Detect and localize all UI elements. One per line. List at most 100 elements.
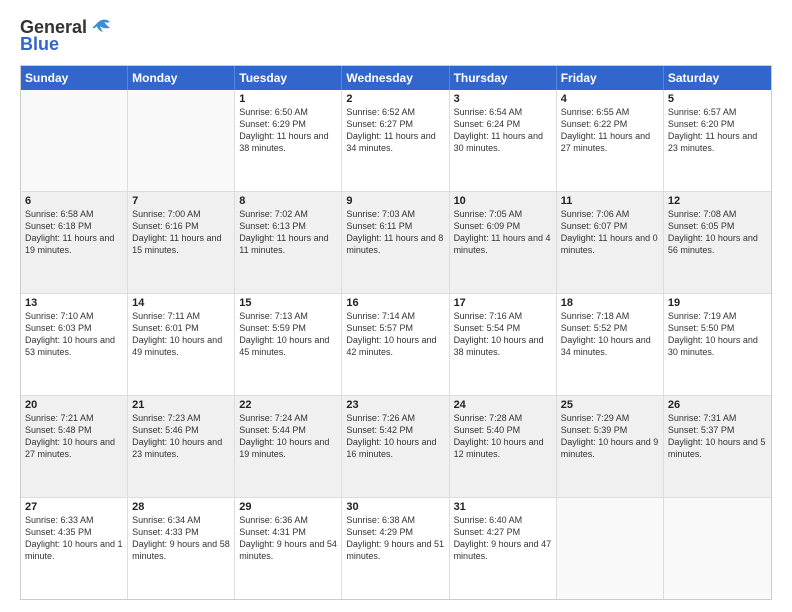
empty-cell (557, 498, 664, 599)
day-cell-18: 18Sunrise: 7:18 AM Sunset: 5:52 PM Dayli… (557, 294, 664, 395)
day-number: 31 (454, 501, 552, 513)
day-number: 23 (346, 399, 444, 411)
day-number: 5 (668, 93, 767, 105)
header-day-saturday: Saturday (664, 66, 771, 90)
day-info: Sunrise: 6:52 AM Sunset: 6:27 PM Dayligh… (346, 106, 444, 155)
logo-bird-icon (91, 16, 113, 38)
day-number: 6 (25, 195, 123, 207)
day-info: Sunrise: 7:16 AM Sunset: 5:54 PM Dayligh… (454, 310, 552, 359)
day-number: 8 (239, 195, 337, 207)
day-info: Sunrise: 6:57 AM Sunset: 6:20 PM Dayligh… (668, 106, 767, 155)
day-info: Sunrise: 7:13 AM Sunset: 5:59 PM Dayligh… (239, 310, 337, 359)
day-info: Sunrise: 7:31 AM Sunset: 5:37 PM Dayligh… (668, 412, 767, 461)
day-number: 25 (561, 399, 659, 411)
day-info: Sunrise: 7:26 AM Sunset: 5:42 PM Dayligh… (346, 412, 444, 461)
day-info: Sunrise: 6:55 AM Sunset: 6:22 PM Dayligh… (561, 106, 659, 155)
calendar-body: 1Sunrise: 6:50 AM Sunset: 6:29 PM Daylig… (21, 90, 771, 599)
day-cell-1: 1Sunrise: 6:50 AM Sunset: 6:29 PM Daylig… (235, 90, 342, 191)
day-number: 10 (454, 195, 552, 207)
header-day-monday: Monday (128, 66, 235, 90)
day-info: Sunrise: 7:05 AM Sunset: 6:09 PM Dayligh… (454, 208, 552, 257)
day-number: 4 (561, 93, 659, 105)
logo: General Blue (20, 16, 113, 55)
day-info: Sunrise: 6:34 AM Sunset: 4:33 PM Dayligh… (132, 514, 230, 563)
logo-blue-text: Blue (20, 34, 59, 55)
day-info: Sunrise: 6:40 AM Sunset: 4:27 PM Dayligh… (454, 514, 552, 563)
day-number: 20 (25, 399, 123, 411)
header-day-thursday: Thursday (450, 66, 557, 90)
calendar-row-3: 20Sunrise: 7:21 AM Sunset: 5:48 PM Dayli… (21, 395, 771, 497)
day-number: 2 (346, 93, 444, 105)
day-cell-23: 23Sunrise: 7:26 AM Sunset: 5:42 PM Dayli… (342, 396, 449, 497)
day-info: Sunrise: 6:36 AM Sunset: 4:31 PM Dayligh… (239, 514, 337, 563)
day-cell-3: 3Sunrise: 6:54 AM Sunset: 6:24 PM Daylig… (450, 90, 557, 191)
day-cell-8: 8Sunrise: 7:02 AM Sunset: 6:13 PM Daylig… (235, 192, 342, 293)
day-cell-17: 17Sunrise: 7:16 AM Sunset: 5:54 PM Dayli… (450, 294, 557, 395)
day-cell-5: 5Sunrise: 6:57 AM Sunset: 6:20 PM Daylig… (664, 90, 771, 191)
day-cell-16: 16Sunrise: 7:14 AM Sunset: 5:57 PM Dayli… (342, 294, 449, 395)
calendar-header: SundayMondayTuesdayWednesdayThursdayFrid… (21, 66, 771, 90)
day-info: Sunrise: 7:00 AM Sunset: 6:16 PM Dayligh… (132, 208, 230, 257)
header-day-sunday: Sunday (21, 66, 128, 90)
calendar-row-2: 13Sunrise: 7:10 AM Sunset: 6:03 PM Dayli… (21, 293, 771, 395)
day-cell-4: 4Sunrise: 6:55 AM Sunset: 6:22 PM Daylig… (557, 90, 664, 191)
day-info: Sunrise: 7:28 AM Sunset: 5:40 PM Dayligh… (454, 412, 552, 461)
day-number: 27 (25, 501, 123, 513)
day-number: 15 (239, 297, 337, 309)
day-info: Sunrise: 7:23 AM Sunset: 5:46 PM Dayligh… (132, 412, 230, 461)
day-number: 21 (132, 399, 230, 411)
day-number: 7 (132, 195, 230, 207)
day-info: Sunrise: 6:58 AM Sunset: 6:18 PM Dayligh… (25, 208, 123, 257)
day-number: 19 (668, 297, 767, 309)
day-cell-24: 24Sunrise: 7:28 AM Sunset: 5:40 PM Dayli… (450, 396, 557, 497)
day-number: 29 (239, 501, 337, 513)
empty-cell (21, 90, 128, 191)
day-cell-26: 26Sunrise: 7:31 AM Sunset: 5:37 PM Dayli… (664, 396, 771, 497)
day-info: Sunrise: 7:29 AM Sunset: 5:39 PM Dayligh… (561, 412, 659, 461)
day-cell-12: 12Sunrise: 7:08 AM Sunset: 6:05 PM Dayli… (664, 192, 771, 293)
day-info: Sunrise: 7:14 AM Sunset: 5:57 PM Dayligh… (346, 310, 444, 359)
day-number: 3 (454, 93, 552, 105)
day-info: Sunrise: 6:50 AM Sunset: 6:29 PM Dayligh… (239, 106, 337, 155)
day-cell-11: 11Sunrise: 7:06 AM Sunset: 6:07 PM Dayli… (557, 192, 664, 293)
day-number: 18 (561, 297, 659, 309)
day-cell-6: 6Sunrise: 6:58 AM Sunset: 6:18 PM Daylig… (21, 192, 128, 293)
header-day-tuesday: Tuesday (235, 66, 342, 90)
calendar-row-4: 27Sunrise: 6:33 AM Sunset: 4:35 PM Dayli… (21, 497, 771, 599)
day-number: 30 (346, 501, 444, 513)
calendar: SundayMondayTuesdayWednesdayThursdayFrid… (20, 65, 772, 600)
day-cell-21: 21Sunrise: 7:23 AM Sunset: 5:46 PM Dayli… (128, 396, 235, 497)
empty-cell (128, 90, 235, 191)
day-cell-27: 27Sunrise: 6:33 AM Sunset: 4:35 PM Dayli… (21, 498, 128, 599)
day-number: 24 (454, 399, 552, 411)
day-number: 13 (25, 297, 123, 309)
day-cell-25: 25Sunrise: 7:29 AM Sunset: 5:39 PM Dayli… (557, 396, 664, 497)
page: General Blue SundayMondayTuesdayWednesda… (0, 0, 792, 612)
day-info: Sunrise: 7:18 AM Sunset: 5:52 PM Dayligh… (561, 310, 659, 359)
day-info: Sunrise: 7:21 AM Sunset: 5:48 PM Dayligh… (25, 412, 123, 461)
day-cell-15: 15Sunrise: 7:13 AM Sunset: 5:59 PM Dayli… (235, 294, 342, 395)
day-info: Sunrise: 7:10 AM Sunset: 6:03 PM Dayligh… (25, 310, 123, 359)
calendar-row-1: 6Sunrise: 6:58 AM Sunset: 6:18 PM Daylig… (21, 191, 771, 293)
day-cell-13: 13Sunrise: 7:10 AM Sunset: 6:03 PM Dayli… (21, 294, 128, 395)
day-cell-7: 7Sunrise: 7:00 AM Sunset: 6:16 PM Daylig… (128, 192, 235, 293)
day-cell-22: 22Sunrise: 7:24 AM Sunset: 5:44 PM Dayli… (235, 396, 342, 497)
day-cell-20: 20Sunrise: 7:21 AM Sunset: 5:48 PM Dayli… (21, 396, 128, 497)
day-info: Sunrise: 7:08 AM Sunset: 6:05 PM Dayligh… (668, 208, 767, 257)
day-info: Sunrise: 6:38 AM Sunset: 4:29 PM Dayligh… (346, 514, 444, 563)
header: General Blue (20, 16, 772, 55)
day-info: Sunrise: 7:03 AM Sunset: 6:11 PM Dayligh… (346, 208, 444, 257)
day-cell-10: 10Sunrise: 7:05 AM Sunset: 6:09 PM Dayli… (450, 192, 557, 293)
day-number: 12 (668, 195, 767, 207)
day-info: Sunrise: 7:11 AM Sunset: 6:01 PM Dayligh… (132, 310, 230, 359)
day-number: 1 (239, 93, 337, 105)
day-info: Sunrise: 7:24 AM Sunset: 5:44 PM Dayligh… (239, 412, 337, 461)
day-cell-31: 31Sunrise: 6:40 AM Sunset: 4:27 PM Dayli… (450, 498, 557, 599)
day-cell-29: 29Sunrise: 6:36 AM Sunset: 4:31 PM Dayli… (235, 498, 342, 599)
header-day-wednesday: Wednesday (342, 66, 449, 90)
day-number: 28 (132, 501, 230, 513)
day-cell-28: 28Sunrise: 6:34 AM Sunset: 4:33 PM Dayli… (128, 498, 235, 599)
day-cell-14: 14Sunrise: 7:11 AM Sunset: 6:01 PM Dayli… (128, 294, 235, 395)
day-cell-19: 19Sunrise: 7:19 AM Sunset: 5:50 PM Dayli… (664, 294, 771, 395)
day-number: 17 (454, 297, 552, 309)
